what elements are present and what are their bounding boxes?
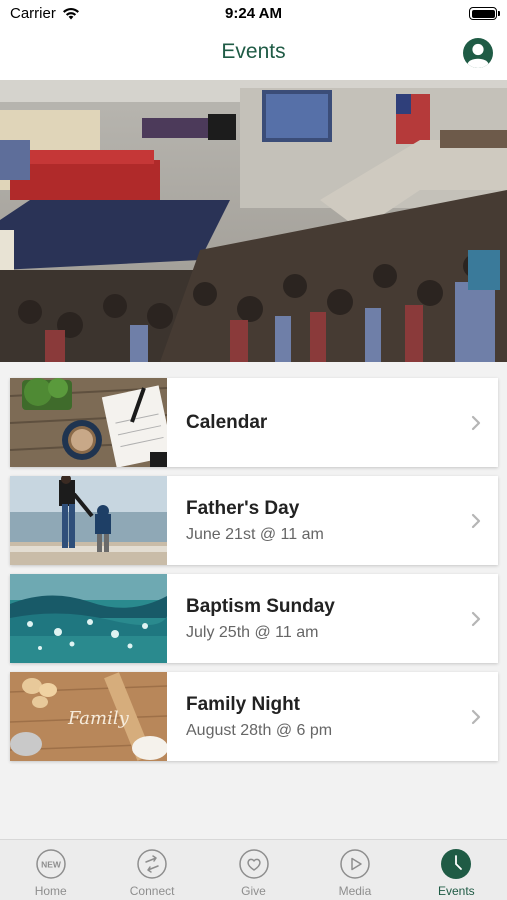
- status-time: 9:24 AM: [225, 5, 282, 22]
- event-card-baptism-sunday[interactable]: Baptism Sunday July 25th @ 11 am: [10, 574, 498, 663]
- tab-label: Events: [437, 884, 475, 898]
- connect-arrows-icon: [137, 849, 167, 879]
- church-congregation-photo: [0, 80, 507, 362]
- tab-home[interactable]: NEW Home: [0, 840, 101, 900]
- event-card-calendar[interactable]: Calendar: [10, 378, 498, 467]
- svg-text:Family: Family: [67, 708, 130, 729]
- clock-icon: [441, 849, 472, 879]
- event-list: Calendar Father's Day June 21st @ 11 am …: [10, 378, 498, 770]
- event-date: June 21st @ 11 am: [186, 525, 324, 543]
- ocean-wave-photo: [10, 574, 167, 663]
- chevron-right-icon: [471, 513, 481, 528]
- event-title: Family Night: [186, 693, 301, 715]
- heart-icon: [238, 849, 269, 879]
- chevron-right-icon: [471, 415, 481, 430]
- page-title: Events: [221, 40, 286, 63]
- battery-icon: [469, 7, 500, 20]
- notebook-coffee-photo: [10, 378, 167, 467]
- user-profile-icon[interactable]: [463, 38, 493, 68]
- event-card-family-night[interactable]: Family Family Night August 28th @ 6 pm: [10, 672, 498, 761]
- family-baking-photo: Family: [10, 672, 167, 761]
- tab-events[interactable]: Events: [406, 840, 507, 900]
- status-bar: Carrier 9:24 AM: [0, 0, 507, 30]
- event-title: Calendar: [186, 411, 268, 433]
- father-child-beach-photo: [10, 476, 167, 565]
- tab-media[interactable]: Media: [304, 840, 405, 900]
- event-title: Father's Day: [186, 497, 300, 519]
- tab-connect[interactable]: Connect: [101, 840, 202, 900]
- play-icon: [340, 849, 370, 879]
- nav-bar: Events: [0, 30, 507, 80]
- new-badge-text: NEW: [41, 860, 62, 870]
- new-badge-icon: NEW: [35, 849, 66, 879]
- chevron-right-icon: [471, 709, 481, 724]
- tab-label: Home: [34, 884, 67, 898]
- event-date: July 25th @ 11 am: [186, 623, 319, 641]
- tab-give[interactable]: Give: [203, 840, 304, 900]
- event-title: Baptism Sunday: [186, 595, 335, 617]
- event-card-fathers-day[interactable]: Father's Day June 21st @ 11 am: [10, 476, 498, 565]
- event-date: August 28th @ 6 pm: [186, 721, 333, 739]
- tab-label: Media: [338, 884, 372, 898]
- tab-label: Give: [241, 884, 266, 898]
- chevron-right-icon: [471, 611, 481, 626]
- tab-bar: NEW Home Connect Give Media Events: [0, 839, 507, 900]
- tab-label: Connect: [129, 884, 175, 898]
